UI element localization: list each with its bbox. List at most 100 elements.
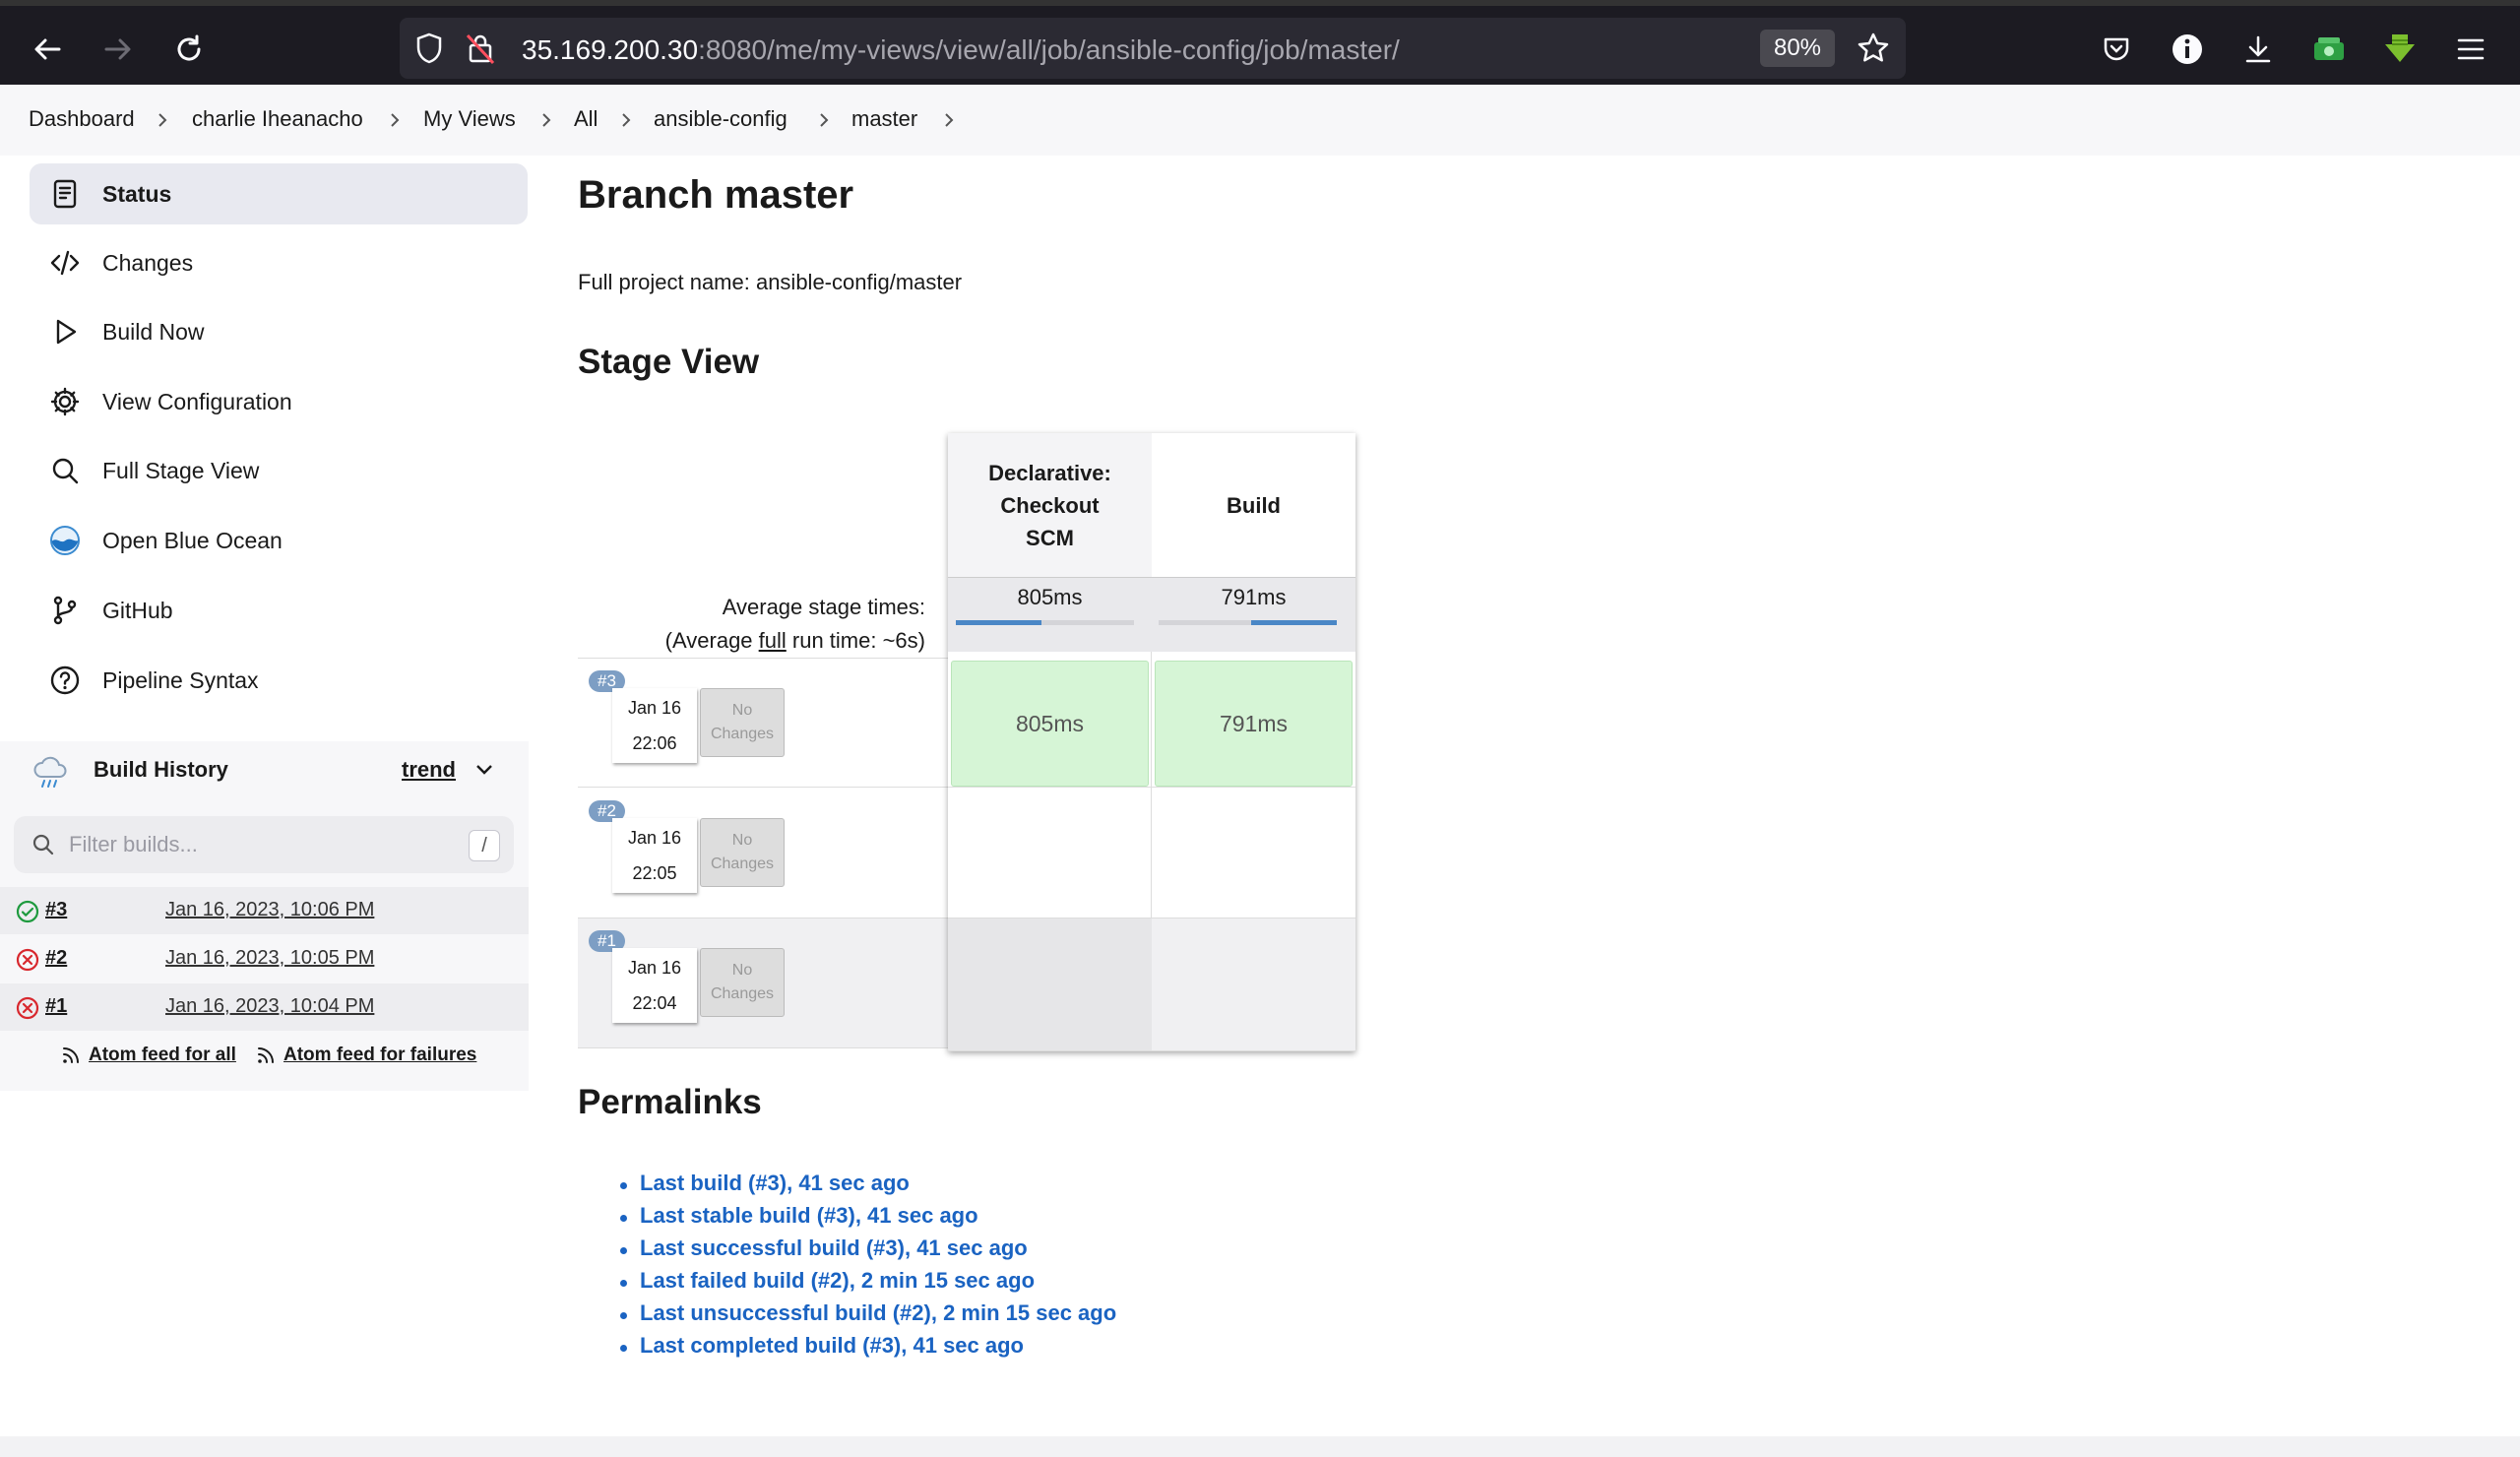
back-button[interactable] [26, 28, 69, 71]
build-date-link[interactable]: Jan 16, 2023, 10:06 PM [165, 899, 374, 921]
permalink-last-stable-build[interactable]: Last stable build (#3), 41 sec ago [620, 1203, 1116, 1235]
pocket-icon[interactable] [2097, 30, 2136, 69]
avg-progress-fill [1251, 620, 1337, 625]
stage-view-table: Declarative: Checkout SCM Build 805ms 79… [948, 433, 1355, 1051]
extension-arrow-icon[interactable] [2380, 30, 2420, 69]
filter-builds-field[interactable]: / [14, 816, 514, 873]
breadcrumb-dashboard[interactable]: Dashboard [29, 106, 135, 132]
build-number-link[interactable]: #3 [45, 899, 67, 921]
atom-feed-all-link[interactable]: Atom feed for all [61, 1045, 236, 1066]
stage-cell-success[interactable]: 791ms [1155, 661, 1353, 787]
stage-view-title: Stage View [578, 343, 760, 381]
permalink-last-unsuccessful-build[interactable]: Last unsuccessful build (#2), 2 min 15 s… [620, 1300, 1116, 1333]
weather-rain-icon [32, 753, 71, 792]
permalink-last-successful-build[interactable]: Last successful build (#3), 41 sec ago [620, 1235, 1116, 1268]
atom-feed-failures-label: Atom feed for failures [284, 1045, 477, 1065]
breadcrumb-master[interactable]: master [851, 106, 917, 132]
breadcrumb-all[interactable]: All [574, 106, 598, 132]
stage-cell-success[interactable]: 805ms [951, 661, 1149, 787]
atom-feed-failures-link[interactable]: Atom feed for failures [256, 1045, 476, 1066]
run-time: 22:06 [632, 733, 677, 753]
filter-builds-input[interactable] [69, 830, 463, 859]
sidebar-item-label: Open Blue Ocean [102, 528, 283, 553]
back-arrow-icon [34, 38, 61, 60]
url-host: 35.169.200.30 [522, 34, 699, 65]
sidebar-item-github[interactable]: GitHub [30, 580, 528, 641]
avg-label-pre: (Average [664, 628, 759, 653]
run-row-2: #2 Jan 16 22:05 No Changes [578, 789, 948, 919]
trend-link[interactable]: trend [402, 757, 456, 783]
permalink-last-build[interactable]: Last build (#3), 41 sec ago [620, 1171, 1116, 1203]
permalink-last-completed-build[interactable]: Last completed build (#3), 41 sec ago [620, 1333, 1116, 1365]
breadcrumb-ansible-config[interactable]: ansible-config [654, 106, 788, 132]
changes-line1: No [731, 702, 753, 719]
page-footer [0, 1436, 2520, 1457]
rss-icon [256, 1045, 276, 1065]
build-date-link[interactable]: Jan 16, 2023, 10:05 PM [165, 947, 374, 970]
build-history-panel: Build History trend / #3 Jan 16, 2023, 1… [0, 741, 529, 1091]
sidebar-item-status[interactable]: Status [30, 163, 528, 224]
sidebar-item-label: Changes [102, 250, 194, 276]
info-icon[interactable] [2168, 30, 2207, 69]
changes-line2: Changes [710, 855, 775, 872]
stage-cell: 791ms [1152, 658, 1355, 788]
failed-x-icon [16, 996, 39, 1020]
run-row-3: #3 Jan 16 22:06 No Changes [578, 658, 948, 788]
sidebar-item-label: Build Now [102, 319, 205, 345]
run-time: 22:05 [632, 863, 677, 883]
sidebar-item-view-configuration[interactable]: View Configuration [30, 371, 528, 432]
shield-icon[interactable] [413, 32, 445, 65]
run-date-card[interactable]: Jan 16 22:06 [612, 688, 697, 763]
gear-icon [49, 386, 81, 417]
sidebar-item-changes[interactable]: Changes [30, 232, 528, 293]
sidebar-item-label: Pipeline Syntax [102, 667, 259, 693]
stage-cell: 805ms [948, 658, 1152, 788]
permalinks-title: Permalinks [578, 1083, 762, 1121]
breadcrumb-user[interactable]: charlie Iheanacho [192, 106, 363, 132]
insecure-lock-icon[interactable] [465, 32, 496, 65]
url-bar[interactable]: 35.169.200.30:8080/me/my-views/view/all/… [400, 18, 1906, 79]
reload-icon [177, 34, 201, 61]
avg-label-line1: Average stage times: [722, 595, 925, 619]
breadcrumb-my-views[interactable]: My Views [423, 106, 516, 132]
sidebar-item-pipeline-syntax[interactable]: Pipeline Syntax [30, 650, 528, 711]
extension-money-icon[interactable] [2309, 30, 2349, 69]
forward-button[interactable] [96, 28, 140, 71]
build-number-link[interactable]: #2 [45, 947, 67, 970]
changes-line2: Changes [710, 726, 775, 742]
sidebar-item-full-stage-view[interactable]: Full Stage View [30, 440, 528, 501]
permalinks-list: Last build (#3), 41 sec ago Last stable … [620, 1171, 1116, 1365]
bookmark-star-icon[interactable] [1857, 32, 1890, 65]
download-icon[interactable] [2238, 30, 2278, 69]
no-changes-box: No Changes [700, 688, 785, 757]
sidebar-item-open-blue-ocean[interactable]: Open Blue Ocean [30, 510, 528, 571]
search-icon [32, 833, 55, 856]
chevron-right-icon[interactable] [941, 110, 957, 130]
run-date-card[interactable]: Jan 16 22:05 [612, 818, 697, 893]
zoom-level[interactable]: 80% [1760, 30, 1835, 67]
failed-x-icon [16, 948, 39, 972]
run-date: Jan 16 [627, 958, 682, 978]
stage-cell-empty [948, 919, 1152, 1051]
sidebar-item-label: View Configuration [102, 389, 292, 414]
chevron-down-icon[interactable] [474, 763, 494, 777]
search-icon [49, 455, 81, 486]
url-path: :8080/me/my-views/view/all/job/ansible-c… [698, 34, 1400, 65]
blue-ocean-icon [49, 525, 81, 556]
stage-cell-empty [1152, 919, 1355, 1051]
run-date-card[interactable]: Jan 16 22:04 [612, 948, 697, 1023]
run-time: 22:04 [632, 993, 677, 1013]
chevron-right-icon [387, 110, 403, 130]
keyboard-shortcut-hint: / [469, 830, 500, 861]
build-row: #3 Jan 16, 2023, 10:06 PM [0, 887, 529, 934]
page-title: Branch master [578, 173, 854, 217]
sidebar-item-label: Status [102, 181, 172, 207]
permalink-last-failed-build[interactable]: Last failed build (#2), 2 min 15 sec ago [620, 1268, 1116, 1300]
url-text[interactable]: 35.169.200.30:8080/me/my-views/view/all/… [522, 34, 1400, 66]
hamburger-menu-icon[interactable] [2451, 30, 2490, 69]
build-date-link[interactable]: Jan 16, 2023, 10:04 PM [165, 995, 374, 1018]
full-run-time-link[interactable]: full [759, 628, 787, 653]
build-number-link[interactable]: #1 [45, 995, 67, 1018]
sidebar-item-build-now[interactable]: Build Now [30, 301, 528, 362]
reload-button[interactable] [167, 28, 211, 71]
